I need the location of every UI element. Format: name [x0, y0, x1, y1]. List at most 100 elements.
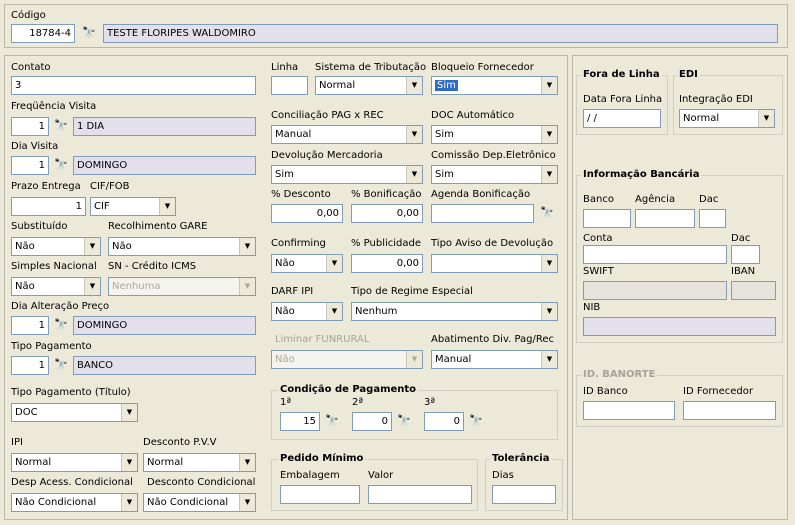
- sist-trib-label: Sistema de Tributação: [315, 62, 427, 73]
- tolerancia-dias-input[interactable]: [492, 485, 556, 504]
- simples-label: Simples Nacional: [11, 261, 97, 272]
- binoculars-icon[interactable]: 🔭: [52, 356, 70, 374]
- devolucao-select[interactable]: Sim ▼: [271, 165, 423, 184]
- chevron-down-icon[interactable]: ▼: [541, 255, 557, 272]
- ipi-select[interactable]: Normal ▼: [11, 453, 138, 472]
- binoculars-icon[interactable]: 🔭: [538, 204, 556, 222]
- pedido-title: Pedido Mínimo: [278, 453, 366, 464]
- ciffob-select[interactable]: CIF ▼: [90, 197, 176, 216]
- regime-label: Tipo de Regime Especial: [351, 286, 473, 297]
- tolerancia-title: Tolerância: [490, 453, 552, 464]
- agenda-input[interactable]: [431, 204, 534, 223]
- linha-label: Linha: [271, 62, 299, 73]
- chevron-down-icon[interactable]: ▼: [239, 494, 255, 511]
- tipo-pag-num-input[interactable]: 1: [11, 356, 49, 375]
- binoculars-icon[interactable]: 🔭: [52, 156, 70, 174]
- contato-input[interactable]: 3: [11, 76, 256, 95]
- tipo-aviso-select[interactable]: ▼: [431, 254, 558, 273]
- gare-label: Recolhimento GARE: [108, 221, 208, 232]
- chevron-down-icon[interactable]: ▼: [239, 238, 255, 255]
- binoculars-icon[interactable]: 🔭: [467, 412, 485, 430]
- codigo-nome-field: TESTE FLORIPES WALDOMIRO: [103, 24, 778, 43]
- binoculars-icon[interactable]: 🔭: [52, 117, 70, 135]
- freq-num-input[interactable]: 1: [11, 117, 49, 136]
- agencia-input[interactable]: [635, 209, 695, 228]
- substituido-select[interactable]: Não ▼: [11, 237, 101, 256]
- binoculars-icon[interactable]: 🔭: [395, 412, 413, 430]
- binoculars-icon[interactable]: 🔭: [80, 24, 98, 42]
- chevron-down-icon[interactable]: ▼: [121, 454, 137, 471]
- pct-bon-input[interactable]: 0,00: [351, 204, 423, 223]
- linha-input[interactable]: [271, 76, 308, 95]
- chevron-down-icon[interactable]: ▼: [758, 110, 774, 127]
- comissao-label: Comissão Dep.Eletrônico: [431, 150, 556, 161]
- nib-label: NIB: [583, 302, 601, 313]
- chevron-down-icon[interactable]: ▼: [406, 77, 422, 94]
- confirming-select[interactable]: Não ▼: [271, 254, 343, 273]
- dac2-input[interactable]: [731, 245, 760, 264]
- chevron-down-icon[interactable]: ▼: [406, 126, 422, 143]
- chevron-down-icon[interactable]: ▼: [159, 198, 175, 215]
- cond-pag-title: Condição de Pagamento: [278, 384, 419, 395]
- cond-pag-3-input[interactable]: 0: [424, 412, 464, 431]
- dac-label: Dac: [699, 194, 719, 205]
- pct-pub-input[interactable]: 0,00: [351, 254, 423, 273]
- comissao-select[interactable]: Sim ▼: [431, 165, 558, 184]
- desc-cond-select[interactable]: Não Condicional ▼: [143, 493, 256, 512]
- funrural-label: Liminar FUNRURAL: [275, 334, 370, 345]
- id-forn-input[interactable]: [683, 401, 776, 420]
- binoculars-icon[interactable]: 🔭: [52, 316, 70, 334]
- bloqueio-label: Bloqueio Fornecedor: [431, 62, 534, 73]
- gare-select[interactable]: Não ▼: [108, 237, 256, 256]
- darf-select[interactable]: Não ▼: [271, 302, 343, 321]
- doc-auto-label: DOC Automático: [431, 110, 515, 121]
- sn-icms-select: Nenhuma ▼: [108, 277, 256, 296]
- tipo-tit-select[interactable]: DOC ▼: [11, 403, 138, 422]
- cond-pag-l1: 1ª: [280, 397, 292, 408]
- binoculars-icon[interactable]: 🔭: [323, 412, 341, 430]
- chevron-down-icon[interactable]: ▼: [121, 404, 137, 421]
- desc-pvv-select[interactable]: Normal ▼: [143, 453, 256, 472]
- chevron-down-icon[interactable]: ▼: [406, 166, 422, 183]
- regime-select[interactable]: Nenhum ▼: [351, 302, 558, 321]
- chevron-down-icon[interactable]: ▼: [121, 494, 137, 511]
- chevron-down-icon[interactable]: ▼: [541, 351, 557, 368]
- banco-input[interactable]: [583, 209, 631, 228]
- abatimento-select[interactable]: Manual ▼: [431, 350, 558, 369]
- swift-input[interactable]: [583, 281, 727, 300]
- tipo-tit-label: Tipo Pagamento (Título): [11, 387, 131, 398]
- pedido-valor-input[interactable]: [368, 485, 472, 504]
- chevron-down-icon[interactable]: ▼: [326, 255, 342, 272]
- id-banco-input[interactable]: [583, 401, 675, 420]
- cond-pag-1-input[interactable]: 15: [280, 412, 320, 431]
- nib-input[interactable]: [583, 317, 776, 336]
- dia-alt-num-input[interactable]: 1: [11, 316, 49, 335]
- bloqueio-select[interactable]: Sim ▼: [431, 76, 558, 95]
- pct-desc-input[interactable]: 0,00: [271, 204, 343, 223]
- chevron-down-icon[interactable]: ▼: [239, 454, 255, 471]
- sist-trib-select[interactable]: Normal ▼: [315, 76, 423, 95]
- chevron-down-icon[interactable]: ▼: [541, 77, 557, 94]
- edi-integ-select[interactable]: Normal ▼: [679, 109, 775, 128]
- dac2-label: Dac: [731, 233, 751, 244]
- prazo-input[interactable]: 1: [11, 197, 86, 216]
- desp-acess-select[interactable]: Não Condicional ▼: [11, 493, 138, 512]
- dac-input[interactable]: [699, 209, 726, 228]
- iban-input[interactable]: [731, 281, 776, 300]
- doc-auto-select[interactable]: Sim ▼: [431, 125, 558, 144]
- chevron-down-icon[interactable]: ▼: [541, 303, 557, 320]
- chevron-down-icon: ▼: [239, 278, 255, 295]
- codigo-input[interactable]: 18784-4: [11, 24, 75, 43]
- dia-visita-num-input[interactable]: 1: [11, 156, 49, 175]
- chevron-down-icon[interactable]: ▼: [541, 126, 557, 143]
- chevron-down-icon[interactable]: ▼: [84, 278, 100, 295]
- cond-pag-2-input[interactable]: 0: [352, 412, 392, 431]
- fora-linha-data-input[interactable]: / /: [583, 109, 661, 128]
- pedido-emb-input[interactable]: [280, 485, 360, 504]
- chevron-down-icon[interactable]: ▼: [84, 238, 100, 255]
- chevron-down-icon[interactable]: ▼: [541, 166, 557, 183]
- conciliacao-select[interactable]: Manual ▼: [271, 125, 423, 144]
- conta-input[interactable]: [583, 245, 727, 264]
- simples-select[interactable]: Não ▼: [11, 277, 101, 296]
- chevron-down-icon[interactable]: ▼: [326, 303, 342, 320]
